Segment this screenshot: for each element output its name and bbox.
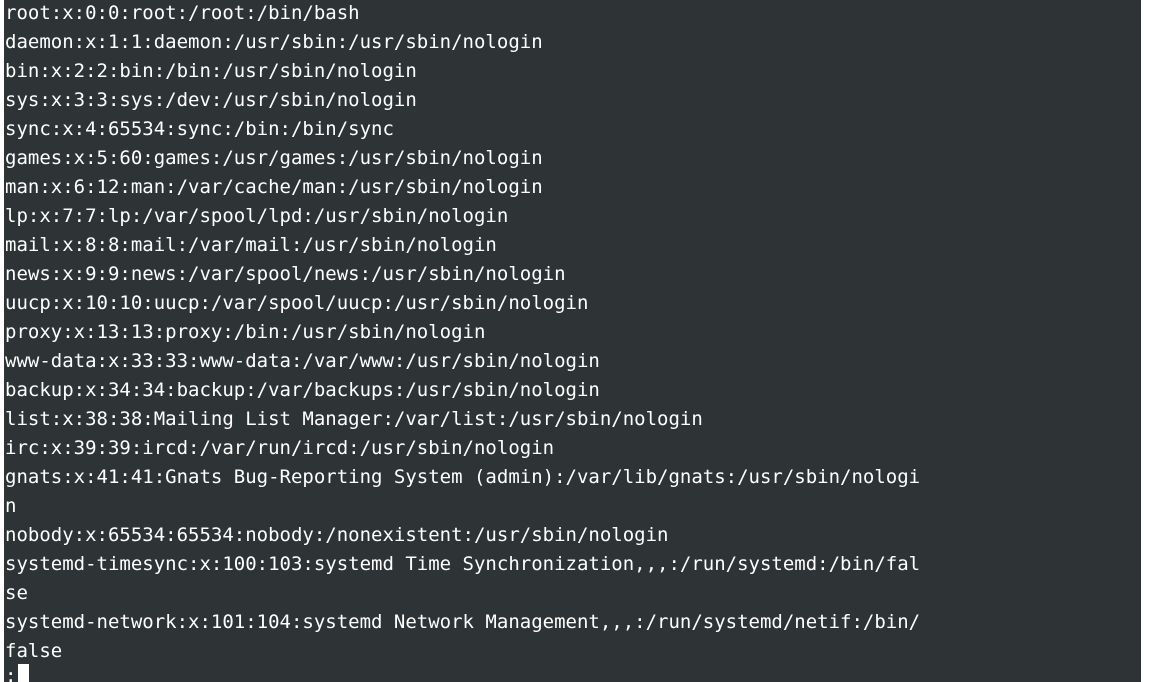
pager-prompt: :	[5, 665, 17, 682]
terminal-line: man:x:6:12:man:/var/cache/man:/usr/sbin/…	[5, 176, 543, 198]
terminal-line: lp:x:7:7:lp:/var/spool/lpd:/usr/sbin/nol…	[5, 205, 509, 227]
terminal-line: sync:x:4:65534:sync:/bin:/bin/sync	[5, 118, 394, 140]
pager-prompt-line[interactable]: :	[5, 663, 30, 682]
terminal-line: backup:x:34:34:backup:/var/backups:/usr/…	[5, 379, 600, 401]
terminal-line: root:x:0:0:root:/root:/bin/bash	[5, 2, 360, 24]
terminal-line: proxy:x:13:13:proxy:/bin:/usr/sbin/nolog…	[5, 321, 486, 343]
terminal-line: bin:x:2:2:bin:/bin:/usr/sbin/nologin	[5, 60, 417, 82]
terminal-line: mail:x:8:8:mail:/var/mail:/usr/sbin/nolo…	[5, 234, 497, 256]
terminal-line: se	[5, 582, 28, 604]
terminal-line: systemd-network:x:101:104:systemd Networ…	[5, 611, 921, 633]
terminal-window[interactable]: root:x:0:0:root:/root:/bin/bash daemon:x…	[4, 0, 1141, 682]
terminal-line: www-data:x:33:33:www-data:/var/www:/usr/…	[5, 350, 600, 372]
terminal-line: uucp:x:10:10:uucp:/var/spool/uucp:/usr/s…	[5, 292, 589, 314]
terminal-line: news:x:9:9:news:/var/spool/news:/usr/sbi…	[5, 263, 566, 285]
terminal-line: daemon:x:1:1:daemon:/usr/sbin:/usr/sbin/…	[5, 31, 543, 53]
terminal-line: irc:x:39:39:ircd:/var/run/ircd:/usr/sbin…	[5, 437, 555, 459]
terminal-line: nobody:x:65534:65534:nobody:/nonexistent…	[5, 524, 669, 546]
terminal-line: list:x:38:38:Mailing List Manager:/var/l…	[5, 408, 703, 430]
terminal-line: false	[5, 640, 63, 662]
terminal-line: gnats:x:41:41:Gnats Bug-Reporting System…	[5, 466, 921, 488]
terminal-line: games:x:5:60:games:/usr/games:/usr/sbin/…	[5, 147, 543, 169]
terminal-line: n	[5, 495, 17, 517]
terminal-line: systemd-timesync:x:100:103:systemd Time …	[5, 553, 921, 575]
text-cursor	[18, 664, 30, 682]
terminal-line: sys:x:3:3:sys:/dev:/usr/sbin/nologin	[5, 89, 417, 111]
window-edge	[1141, 0, 1150, 682]
